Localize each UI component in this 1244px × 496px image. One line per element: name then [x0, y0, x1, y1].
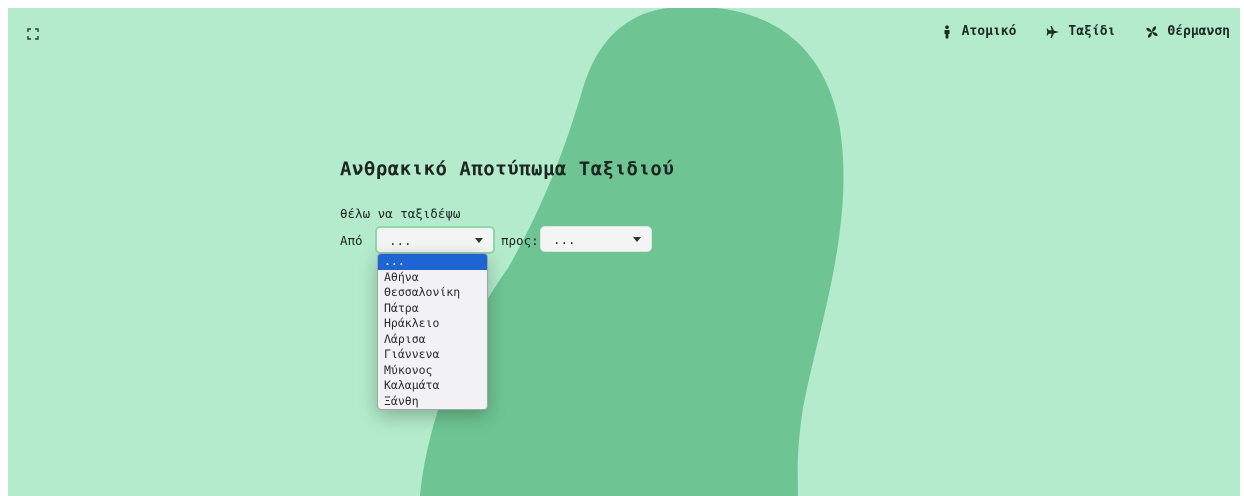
- chevron-down-icon: [633, 236, 641, 242]
- dropdown-option[interactable]: ...: [378, 254, 487, 270]
- dropdown-option[interactable]: Μύκονος: [378, 363, 487, 379]
- fan-icon: [1146, 25, 1158, 38]
- dropdown-option[interactable]: Καλαμάτα: [378, 378, 487, 394]
- to-select[interactable]: ...: [540, 226, 652, 252]
- page-title: Ανθρακικό Αποτύπωμα Ταξιδιού: [340, 158, 675, 180]
- nav-item-heating[interactable]: Θέρμανση: [1145, 24, 1230, 39]
- dropdown-option[interactable]: Γιάννενα: [378, 347, 487, 363]
- top-nav: Ατομικό Ταξίδι Θέρμανση: [940, 24, 1230, 39]
- from-select-value: ...: [389, 232, 412, 248]
- chevron-down-icon: [475, 237, 483, 243]
- nav-label-heating: Θέρμανση: [1167, 24, 1230, 39]
- from-select[interactable]: ...: [375, 226, 495, 254]
- fullscreen-icon[interactable]: [26, 26, 40, 40]
- dropdown-option[interactable]: Πάτρα: [378, 301, 487, 317]
- nav-item-travel[interactable]: Ταξίδι: [1046, 24, 1115, 39]
- app-frame: Ατομικό Ταξίδι Θέρμανση: [8, 8, 1240, 496]
- dropdown-option[interactable]: Ξάνθη: [378, 394, 487, 410]
- to-select-value: ...: [553, 231, 576, 247]
- plane-icon: [1047, 25, 1060, 38]
- dropdown-option[interactable]: Ηράκλειο: [378, 316, 487, 332]
- nav-label-travel: Ταξίδι: [1068, 24, 1116, 39]
- person-icon: [944, 24, 950, 38]
- nav-label-personal: Ατομικό: [961, 24, 1017, 39]
- nav-item-personal[interactable]: Ατομικό: [940, 24, 1017, 39]
- page-subtitle: θέλω να ταξιδέψω: [340, 206, 461, 221]
- from-dropdown-list: ... Αθήνα Θεσσαλονίκη Πάτρα Ηράκλειο Λάρ…: [377, 253, 488, 410]
- dropdown-option[interactable]: Αθήνα: [378, 270, 487, 286]
- dropdown-option[interactable]: Θεσσαλονίκη: [378, 285, 487, 301]
- background-blob: [420, 8, 844, 496]
- from-label: Από: [340, 233, 363, 248]
- dropdown-option[interactable]: Λάρισα: [378, 332, 487, 348]
- to-label: προς:: [501, 233, 539, 248]
